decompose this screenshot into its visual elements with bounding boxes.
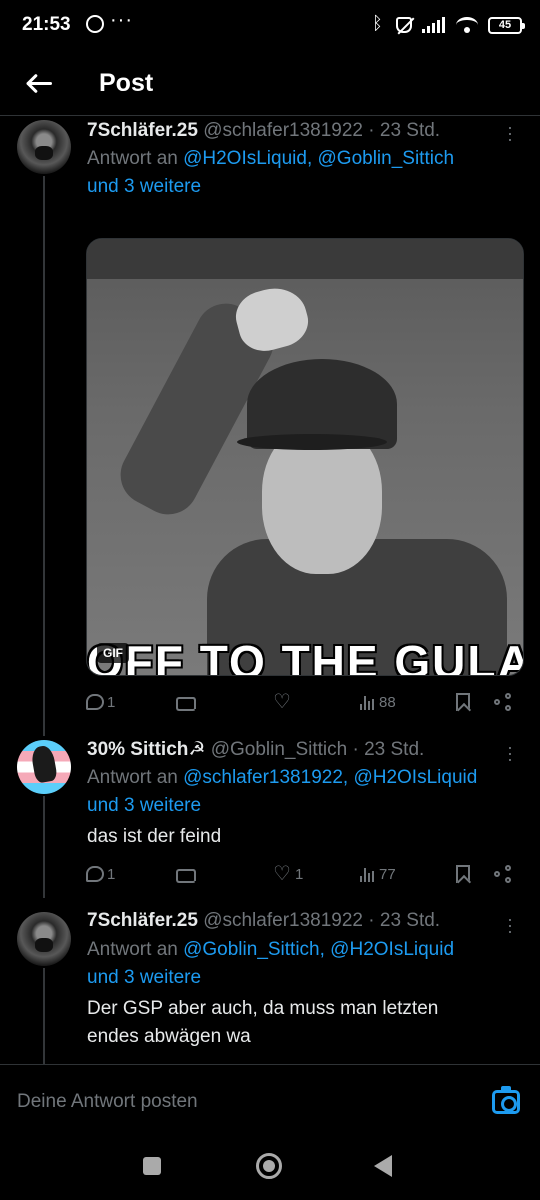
- wifi-icon: [456, 17, 478, 33]
- reply-context: Antwort an @schlafer1381922, @H2OIsLiqui…: [87, 764, 527, 820]
- reply-prefix: Antwort an: [87, 148, 184, 169]
- handle-and-time[interactable]: @schlafer1381922 · 23 Std.: [203, 120, 440, 141]
- reply-count: 1: [107, 865, 116, 883]
- home-icon[interactable]: [256, 1153, 282, 1179]
- views-count: 88: [379, 693, 396, 711]
- thread-line: [43, 176, 45, 736]
- avatar[interactable]: [17, 912, 71, 966]
- back-triangle-icon[interactable]: [374, 1155, 392, 1177]
- share-button[interactable]: [494, 860, 514, 888]
- views-icon: [360, 866, 376, 882]
- avatar[interactable]: [17, 740, 71, 794]
- system-nav-bar: [0, 1140, 540, 1200]
- tweet-text: Der GSP aber auch, da muss man letzten e…: [87, 998, 439, 1047]
- share-icon: [494, 865, 514, 883]
- gif-caption: OFF TO THE GULAG: [87, 636, 524, 676]
- recents-icon[interactable]: [143, 1157, 161, 1175]
- handle-and-time[interactable]: @Goblin_Sittich · 23 Std.: [211, 739, 425, 760]
- views-button[interactable]: 77: [360, 860, 396, 888]
- back-arrow-icon[interactable]: [22, 66, 58, 102]
- more-notifications-icon: ···: [110, 9, 133, 31]
- share-button[interactable]: [494, 688, 514, 716]
- thread-line: [43, 796, 45, 898]
- reply-more-link[interactable]: und 3 weitere: [87, 176, 201, 197]
- repost-icon: [176, 867, 196, 883]
- like-button[interactable]: ♡: [272, 688, 292, 716]
- like-count: 1: [295, 865, 304, 883]
- handle-and-time[interactable]: @schlafer1381922 · 23 Std.: [203, 910, 440, 931]
- bookmark-icon: [456, 693, 470, 711]
- gif-media[interactable]: OFF TO THE GULAG GIF: [86, 238, 524, 676]
- display-name[interactable]: 7Schläfer.25: [87, 910, 198, 931]
- like-button[interactable]: ♡ 1: [272, 860, 303, 888]
- reply-more-link[interactable]: und 3 weitere: [87, 967, 201, 988]
- reply-mentions[interactable]: @schlafer1381922, @H2OIsLiquid: [183, 767, 477, 788]
- battery-icon: 45: [488, 16, 525, 34]
- whatsapp-icon: [86, 15, 104, 33]
- gif-badge: GIF: [97, 643, 129, 663]
- bookmark-icon: [456, 865, 470, 883]
- tweet-text: das ist der feind: [87, 826, 222, 847]
- more-options-icon[interactable]: · · ·: [502, 118, 518, 148]
- bookmark-button[interactable]: [456, 860, 470, 888]
- status-bar: 21:53 ··· 45: [0, 0, 540, 52]
- share-icon: [494, 693, 514, 711]
- reply-icon: [86, 866, 104, 882]
- views-count: 77: [379, 865, 396, 883]
- reply-composer[interactable]: Deine Antwort posten: [0, 1064, 540, 1140]
- action-bar: 1 ♡ 88: [86, 688, 516, 716]
- reply-count: 1: [107, 693, 116, 711]
- reply-button[interactable]: 1: [86, 688, 115, 716]
- views-icon: [360, 694, 376, 710]
- bluetooth-icon: [370, 13, 386, 34]
- display-name[interactable]: 7Schläfer.25: [87, 120, 198, 141]
- avatar[interactable]: [17, 120, 71, 174]
- top-bar: Post: [0, 52, 540, 116]
- reply-context: Antwort an @Goblin_Sittich, @H2OIsLiquid…: [87, 936, 527, 992]
- reply-prefix: Antwort an: [87, 939, 184, 960]
- camera-icon[interactable]: [492, 1086, 520, 1114]
- reply-mentions[interactable]: @H2OIsLiquid, @Goblin_Sittich: [183, 148, 454, 169]
- repost-icon: [176, 695, 196, 711]
- reply-more-link[interactable]: und 3 weitere: [87, 795, 201, 816]
- status-time: 21:53: [22, 14, 71, 35]
- repost-button[interactable]: [176, 688, 196, 716]
- views-button[interactable]: 88: [360, 688, 396, 716]
- more-options-icon[interactable]: · · ·: [502, 738, 518, 768]
- mute-icon: [396, 17, 412, 33]
- bookmark-button[interactable]: [456, 688, 470, 716]
- repost-button[interactable]: [176, 860, 196, 888]
- thread-line: [43, 968, 45, 1064]
- reply-mentions[interactable]: @Goblin_Sittich, @H2OIsLiquid: [183, 939, 454, 960]
- reply-context: Antwort an @H2OIsLiquid, @Goblin_Sittich…: [87, 145, 527, 201]
- signal-icon: [422, 17, 446, 33]
- reply-button[interactable]: 1: [86, 860, 115, 888]
- reply-prefix: Antwort an: [87, 767, 184, 788]
- action-bar: 1 ♡ 1 77: [86, 860, 516, 888]
- display-name[interactable]: 30% Sittich☭: [87, 739, 205, 760]
- reply-input[interactable]: Deine Antwort posten: [17, 1091, 198, 1113]
- more-options-icon[interactable]: · · ·: [502, 910, 518, 940]
- page-title: Post: [99, 69, 154, 97]
- heart-icon: ♡: [273, 863, 291, 885]
- heart-icon: ♡: [273, 691, 291, 713]
- reply-icon: [86, 694, 104, 710]
